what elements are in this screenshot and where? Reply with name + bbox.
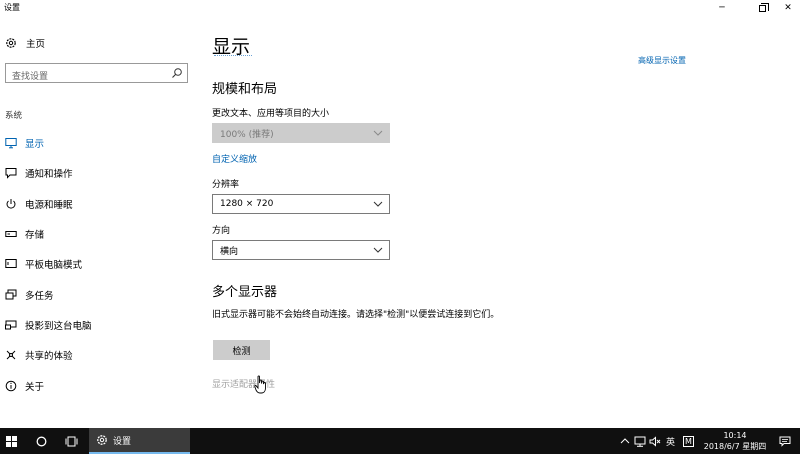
sidebar-item-multitasking[interactable]: 多任务: [0, 279, 195, 309]
close-button[interactable]: ✕: [772, 0, 800, 16]
network-icon: [634, 436, 646, 447]
minimize-button[interactable]: ─: [706, 0, 738, 16]
search-box[interactable]: [5, 63, 188, 86]
hand-cursor-icon: [254, 375, 266, 394]
shared-icon: [5, 349, 17, 361]
search-icon[interactable]: [171, 67, 183, 79]
sidebar-item-project[interactable]: 投影到这台电脑: [0, 310, 195, 340]
resolution-label: 分辨率: [212, 180, 240, 190]
sidebar-item-label: 显示: [25, 139, 45, 151]
task-view-icon: [65, 436, 77, 446]
detect-button[interactable]: 检测: [213, 340, 270, 360]
orientation-label: 方向: [212, 226, 231, 236]
multiple-displays-description: 旧式显示器可能不会始终自动连接。请选择"检测"以便尝试连接到它们。: [212, 310, 500, 320]
volume-tray-button[interactable]: [649, 428, 661, 454]
ime-mode-icon: M: [683, 435, 694, 447]
gear-icon: [5, 37, 17, 49]
window-title: 设置: [4, 3, 20, 12]
taskbar-clock[interactable]: 10:14 2018/6/7 星期四: [700, 430, 770, 452]
scale-layout-heading: 规模和布局: [212, 82, 278, 97]
chevron-up-icon: [620, 438, 630, 444]
sidebar-item-storage[interactable]: 存储: [0, 219, 195, 249]
clock-time: 10:14: [723, 431, 747, 440]
sidebar-item-notifications[interactable]: 通知和操作: [0, 158, 195, 188]
scale-value: 100% (推荐): [220, 129, 274, 140]
cortana-button[interactable]: [30, 428, 52, 454]
sidebar-item-label: 关于: [25, 381, 45, 393]
scale-dropdown[interactable]: 100% (推荐): [212, 123, 390, 143]
monitor-icon: [5, 137, 17, 149]
sidebar-item-label: 电源和睡眠: [25, 199, 73, 211]
taskbar-app-settings[interactable]: 设置: [89, 428, 190, 454]
restore-icon: [758, 2, 769, 12]
action-center-button[interactable]: [779, 428, 791, 454]
sidebar-item-power[interactable]: 电源和睡眠: [0, 189, 195, 219]
gear-icon: [97, 435, 107, 445]
task-view-button[interactable]: [60, 428, 82, 454]
close-icon: ✕: [784, 3, 792, 13]
chevron-down-icon: [373, 201, 383, 207]
action-center-icon: [779, 436, 791, 447]
network-tray-button[interactable]: [634, 428, 646, 454]
volume-muted-icon: [649, 435, 661, 447]
sidebar: 主页 系统 显示 通知和操作: [0, 16, 195, 428]
sidebar-item-label: 共享的体验: [25, 351, 73, 363]
ime-mode-button[interactable]: M: [683, 428, 694, 454]
custom-scaling-link[interactable]: 自定义缩放: [212, 152, 257, 165]
project-icon: [5, 319, 17, 331]
windows-logo-icon: [5, 435, 17, 447]
resolution-dropdown[interactable]: 1280 × 720: [212, 194, 390, 214]
multiple-displays-heading: 多个显示器: [212, 285, 278, 300]
sidebar-item-label: 通知和操作: [25, 169, 73, 181]
show-hidden-icons-button[interactable]: [620, 428, 630, 454]
section-label-system: 系统: [5, 111, 23, 121]
chevron-down-icon: [373, 130, 383, 136]
info-icon: [5, 380, 17, 392]
sidebar-item-tablet-mode[interactable]: 平板电脑模式: [0, 249, 195, 279]
sidebar-item-label: 平板电脑模式: [25, 260, 83, 272]
sidebar-item-shared-experiences[interactable]: 共享的体验: [0, 340, 195, 370]
sidebar-nav: 显示 通知和操作 电源和睡眠 存储 平板电脑模式 多任务 投影到这台电脑 共享的…: [0, 128, 195, 401]
cortana-icon: [36, 436, 46, 446]
sidebar-item-label: 存储: [25, 230, 45, 242]
title-divider: [214, 55, 252, 56]
home-label: 主页: [26, 39, 46, 50]
orientation-dropdown[interactable]: 横向: [212, 240, 390, 260]
sidebar-item-about[interactable]: 关于: [0, 370, 195, 400]
search-input[interactable]: [6, 68, 166, 86]
start-button[interactable]: [0, 428, 22, 454]
minimize-icon: ─: [719, 3, 725, 13]
clock-date: 2018/6/7 星期四: [703, 442, 767, 451]
orientation-value: 横向: [220, 246, 239, 257]
advanced-display-settings-link[interactable]: 高级显示设置: [638, 55, 686, 66]
main-content: 显示 高级显示设置 规模和布局 更改文本、应用等项目的大小 100% (推荐) …: [212, 16, 800, 428]
title-bar: 设置 ─ ✕: [0, 0, 800, 16]
multitask-icon: [5, 289, 17, 301]
sidebar-item-display[interactable]: 显示: [0, 128, 195, 158]
home-link[interactable]: 主页: [5, 36, 45, 50]
chevron-down-icon: [373, 247, 383, 253]
sidebar-item-label: 多任务: [25, 290, 54, 302]
resolution-value: 1280 × 720: [220, 199, 274, 209]
taskbar: 设置 英 M 10:14 2018/6/7 星期四: [0, 428, 800, 454]
sidebar-item-label: 投影到这台电脑: [25, 320, 92, 332]
settings-window: 设置 ─ ✕ 主页 系统 显示: [0, 0, 800, 428]
scale-label: 更改文本、应用等项目的大小: [212, 109, 330, 119]
taskbar-app-label: 设置: [113, 436, 132, 447]
notification-icon: [5, 167, 17, 180]
ime-language-button[interactable]: 英: [666, 428, 675, 454]
storage-icon: [5, 228, 17, 240]
tablet-icon: [5, 258, 17, 270]
power-icon: [5, 198, 17, 210]
